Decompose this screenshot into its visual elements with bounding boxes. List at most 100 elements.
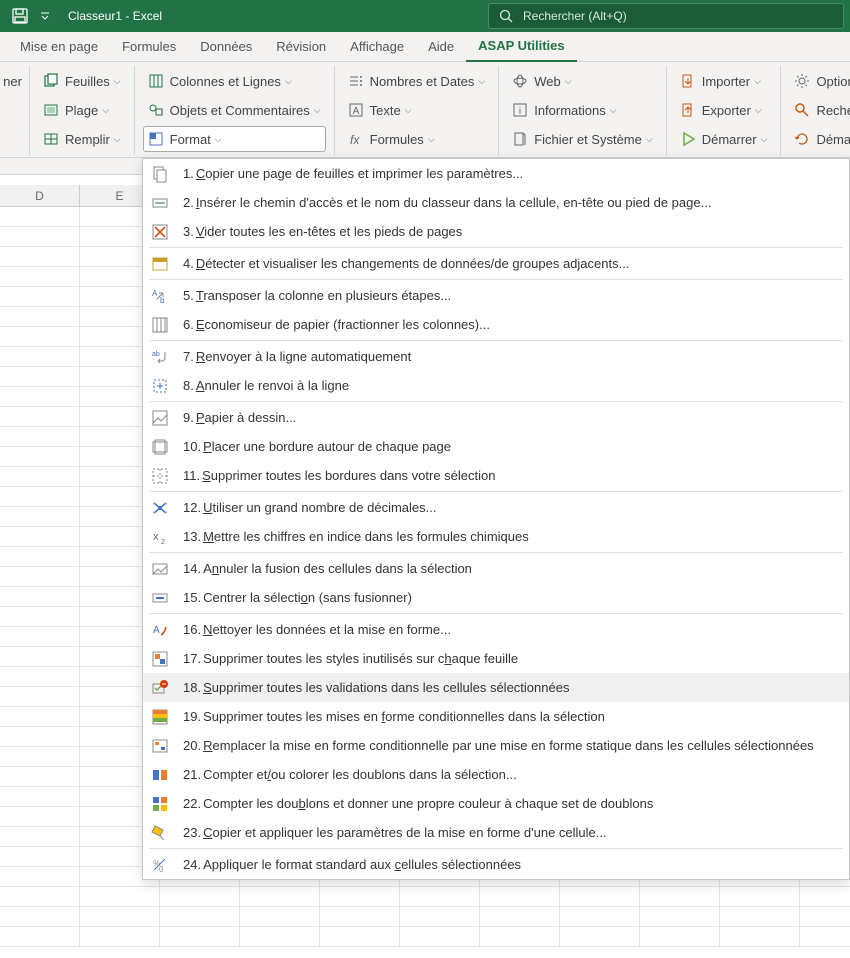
tab-asap-utilities[interactable]: ASAP Utilities [466,32,576,62]
cell[interactable] [0,667,80,687]
formules-button[interactable]: fxFormules⌵ [343,126,491,152]
qat-dropdown-icon[interactable] [40,0,50,32]
tab-affichage[interactable]: Affichage [338,32,416,62]
cell[interactable] [720,927,800,947]
menu-item-9[interactable]: 9. Papier à dessin... [143,403,849,432]
cell[interactable] [0,747,80,767]
remplir-button[interactable]: Remplir⌵ [38,126,126,152]
demarrer-button[interactable]: Démarrer⌵ [675,126,773,152]
menu-item-4[interactable]: 4. Détecter et visualiser les changement… [143,249,849,278]
cell[interactable] [0,447,80,467]
plage-button[interactable]: Plage⌵ [38,97,126,123]
cell[interactable] [0,547,80,567]
cell[interactable] [640,907,720,927]
texte-button[interactable]: ATexte⌵ [343,97,491,123]
cell[interactable] [480,887,560,907]
informations-button[interactable]: iInformations⌵ [507,97,657,123]
cell[interactable] [560,907,640,927]
cell[interactable] [0,507,80,527]
cell[interactable] [0,287,80,307]
tab-aide[interactable]: Aide [416,32,466,62]
demarrer-dernier-button[interactable]: Démarrez dernier [789,126,850,152]
cell[interactable] [0,767,80,787]
cell[interactable] [0,727,80,747]
cell[interactable] [0,367,80,387]
menu-item-17[interactable]: 17. Supprimer toutes les styles inutilis… [143,644,849,673]
cell[interactable] [80,887,160,907]
cell[interactable] [0,607,80,627]
cell[interactable] [320,907,400,927]
cell[interactable] [0,487,80,507]
cell[interactable] [0,527,80,547]
menu-item-23[interactable]: 23. Copier et appliquer les paramètres d… [143,818,849,847]
cell[interactable] [0,307,80,327]
cell[interactable] [0,787,80,807]
nombres-dates-button[interactable]: Nombres et Dates⌵ [343,68,491,94]
menu-item-19[interactable]: 19. Supprimer toutes les mises en forme … [143,702,849,731]
menu-item-15[interactable]: 15. Centrer la sélection (sans fusionner… [143,583,849,612]
cell[interactable] [560,927,640,947]
cell[interactable] [0,927,80,947]
cell[interactable] [0,567,80,587]
menu-item-3[interactable]: 3. Vider toutes les en-têtes et les pied… [143,217,849,246]
menu-item-21[interactable]: 21. Compter et/ou colorer les doublons d… [143,760,849,789]
cell[interactable] [0,687,80,707]
exporter-button[interactable]: Exporter⌵ [675,97,773,123]
cell[interactable] [240,927,320,947]
cell[interactable] [0,207,80,227]
format-button[interactable]: Format⌵ [143,126,326,152]
colonnes-lignes-button[interactable]: Colonnes et Lignes⌵ [143,68,326,94]
menu-item-14[interactable]: 14. Annuler la fusion des cellules dans … [143,554,849,583]
feuilles-button[interactable]: Feuilles⌵ [38,68,126,94]
menu-item-22[interactable]: 22. Compter les doublons et donner une p… [143,789,849,818]
menu-item-8[interactable]: 8. Annuler le renvoi à la ligne [143,371,849,400]
cell[interactable] [800,887,850,907]
menu-item-11[interactable]: 11. Supprimer toutes les bordures dans v… [143,461,849,490]
cell[interactable] [400,907,480,927]
menu-item-18[interactable]: 18. Supprimer toutes les validations dan… [143,673,849,702]
menu-item-13[interactable]: x213. Mettre les chiffres en indice dans… [143,522,849,551]
save-icon[interactable] [12,8,28,24]
menu-item-12[interactable]: 12. Utiliser un grand nombre de décimale… [143,493,849,522]
rechercher-button[interactable]: Rechercher et dé [789,97,850,123]
cell[interactable] [0,847,80,867]
tab-formules[interactable]: Formules [110,32,188,62]
menu-item-20[interactable]: 20. Remplacer la mise en forme condition… [143,731,849,760]
menu-item-10[interactable]: 10. Placer une bordure autour de chaque … [143,432,849,461]
fichier-systeme-button[interactable]: Fichier et Système⌵ [507,126,657,152]
cell[interactable] [240,887,320,907]
cell[interactable] [0,407,80,427]
cell[interactable] [560,887,640,907]
cell[interactable] [320,927,400,947]
cell[interactable] [640,927,720,947]
cell[interactable] [160,927,240,947]
cell[interactable] [0,327,80,347]
tab-mise-en-page[interactable]: Mise en page [8,32,110,62]
cell[interactable] [160,887,240,907]
cell[interactable] [0,387,80,407]
menu-item-1[interactable]: 1. Copier une page de feuilles et imprim… [143,159,849,188]
importer-button[interactable]: Importer⌵ [675,68,773,94]
options-asap-button[interactable]: Options ASAP Uti [789,68,850,94]
cell[interactable] [0,587,80,607]
menu-item-6[interactable]: 6. Economiseur de papier (fractionner le… [143,310,849,339]
menu-item-7[interactable]: ab7. Renvoyer à la ligne automatiquement [143,342,849,371]
cell[interactable] [160,907,240,927]
tab-données[interactable]: Données [188,32,264,62]
cell[interactable] [0,467,80,487]
cell[interactable] [320,887,400,907]
menu-item-2[interactable]: 2. Insérer le chemin d'accès et le nom d… [143,188,849,217]
web-button[interactable]: Web⌵ [507,68,657,94]
column-header[interactable]: D [0,185,80,206]
cell[interactable] [800,927,850,947]
cell[interactable] [720,887,800,907]
menu-item-24[interactable]: %024. Appliquer le format standard aux c… [143,850,849,879]
cell[interactable] [0,647,80,667]
cell[interactable] [0,227,80,247]
cell[interactable] [0,427,80,447]
cell[interactable] [80,907,160,927]
cell[interactable] [720,907,800,927]
cell[interactable] [640,887,720,907]
cell[interactable] [0,807,80,827]
objets-commentaires-button[interactable]: Objets et Commentaires⌵ [143,97,326,123]
